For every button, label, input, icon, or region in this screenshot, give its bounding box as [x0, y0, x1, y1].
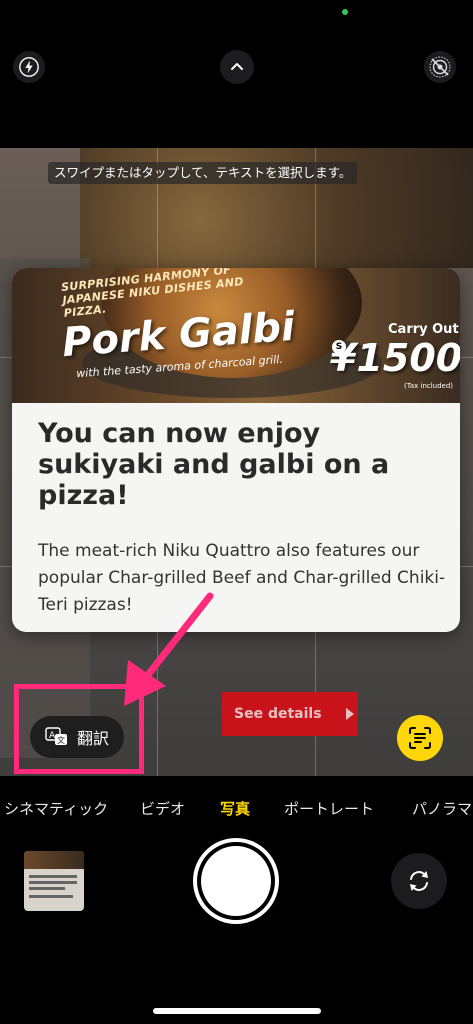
shutter-button[interactable] [193, 838, 279, 924]
last-photo-thumbnail[interactable] [24, 851, 84, 911]
see-details-sign: See details [222, 692, 358, 736]
thumbnail-image [24, 851, 84, 869]
live-photo-off-icon [429, 56, 451, 78]
play-arrow-icon [345, 708, 354, 720]
see-details-label: See details [234, 706, 322, 722]
card-body-text[interactable]: The meat-rich Niku Quattro also features… [38, 538, 448, 619]
detected-text-card[interactable]: SURPRISING HARMONY OF JAPANESE NIKU DISH… [12, 268, 460, 632]
home-indicator[interactable] [153, 1008, 321, 1014]
camera-viewfinder[interactable]: スワイプまたはタップして、テキストを選択します。 SURPRISING HARM… [0, 148, 473, 776]
card-headline[interactable]: You can now enjoy sukiyaki and galbi on … [38, 418, 448, 511]
camera-in-use-indicator [342, 9, 348, 15]
price: ¥1500~ [330, 336, 460, 380]
mode-video[interactable]: ビデオ [140, 798, 185, 819]
thumbnail-line [29, 895, 73, 898]
live-photo-button[interactable] [424, 51, 456, 83]
size-badge: S [332, 340, 346, 354]
camera-flip-icon [410, 871, 428, 891]
camera-mode-selector: シネマティック ビデオ 写真 ポートレート パノラマ [0, 776, 473, 836]
switch-camera-button[interactable] [391, 853, 447, 909]
mode-portrait[interactable]: ポートレート [284, 798, 374, 819]
flash-button[interactable] [13, 51, 45, 83]
tax-note: (Tax included) [404, 382, 454, 390]
pizza-banner-image: SURPRISING HARMONY OF JAPANESE NIKU DISH… [12, 268, 460, 403]
carry-out-label: Carry Out [388, 322, 459, 337]
thumbnail-line [29, 881, 77, 884]
expand-controls-button[interactable] [220, 50, 254, 84]
chevron-up-icon [231, 63, 243, 70]
text-selection-hint: スワイプまたはタップして、テキストを選択します。 [48, 162, 358, 184]
mode-photo[interactable]: 写真 [220, 798, 250, 819]
annotation-arrow-icon [124, 592, 214, 706]
text-scan-icon [409, 727, 431, 749]
thumbnail-line [29, 875, 77, 878]
shutter-inner [201, 846, 271, 916]
mode-panorama[interactable]: パノラマ [412, 798, 472, 819]
flash-off-icon [19, 57, 39, 77]
mode-cinematic[interactable]: シネマティック [4, 798, 108, 819]
live-text-scan-button[interactable] [397, 715, 443, 761]
thumbnail-line [29, 887, 65, 890]
